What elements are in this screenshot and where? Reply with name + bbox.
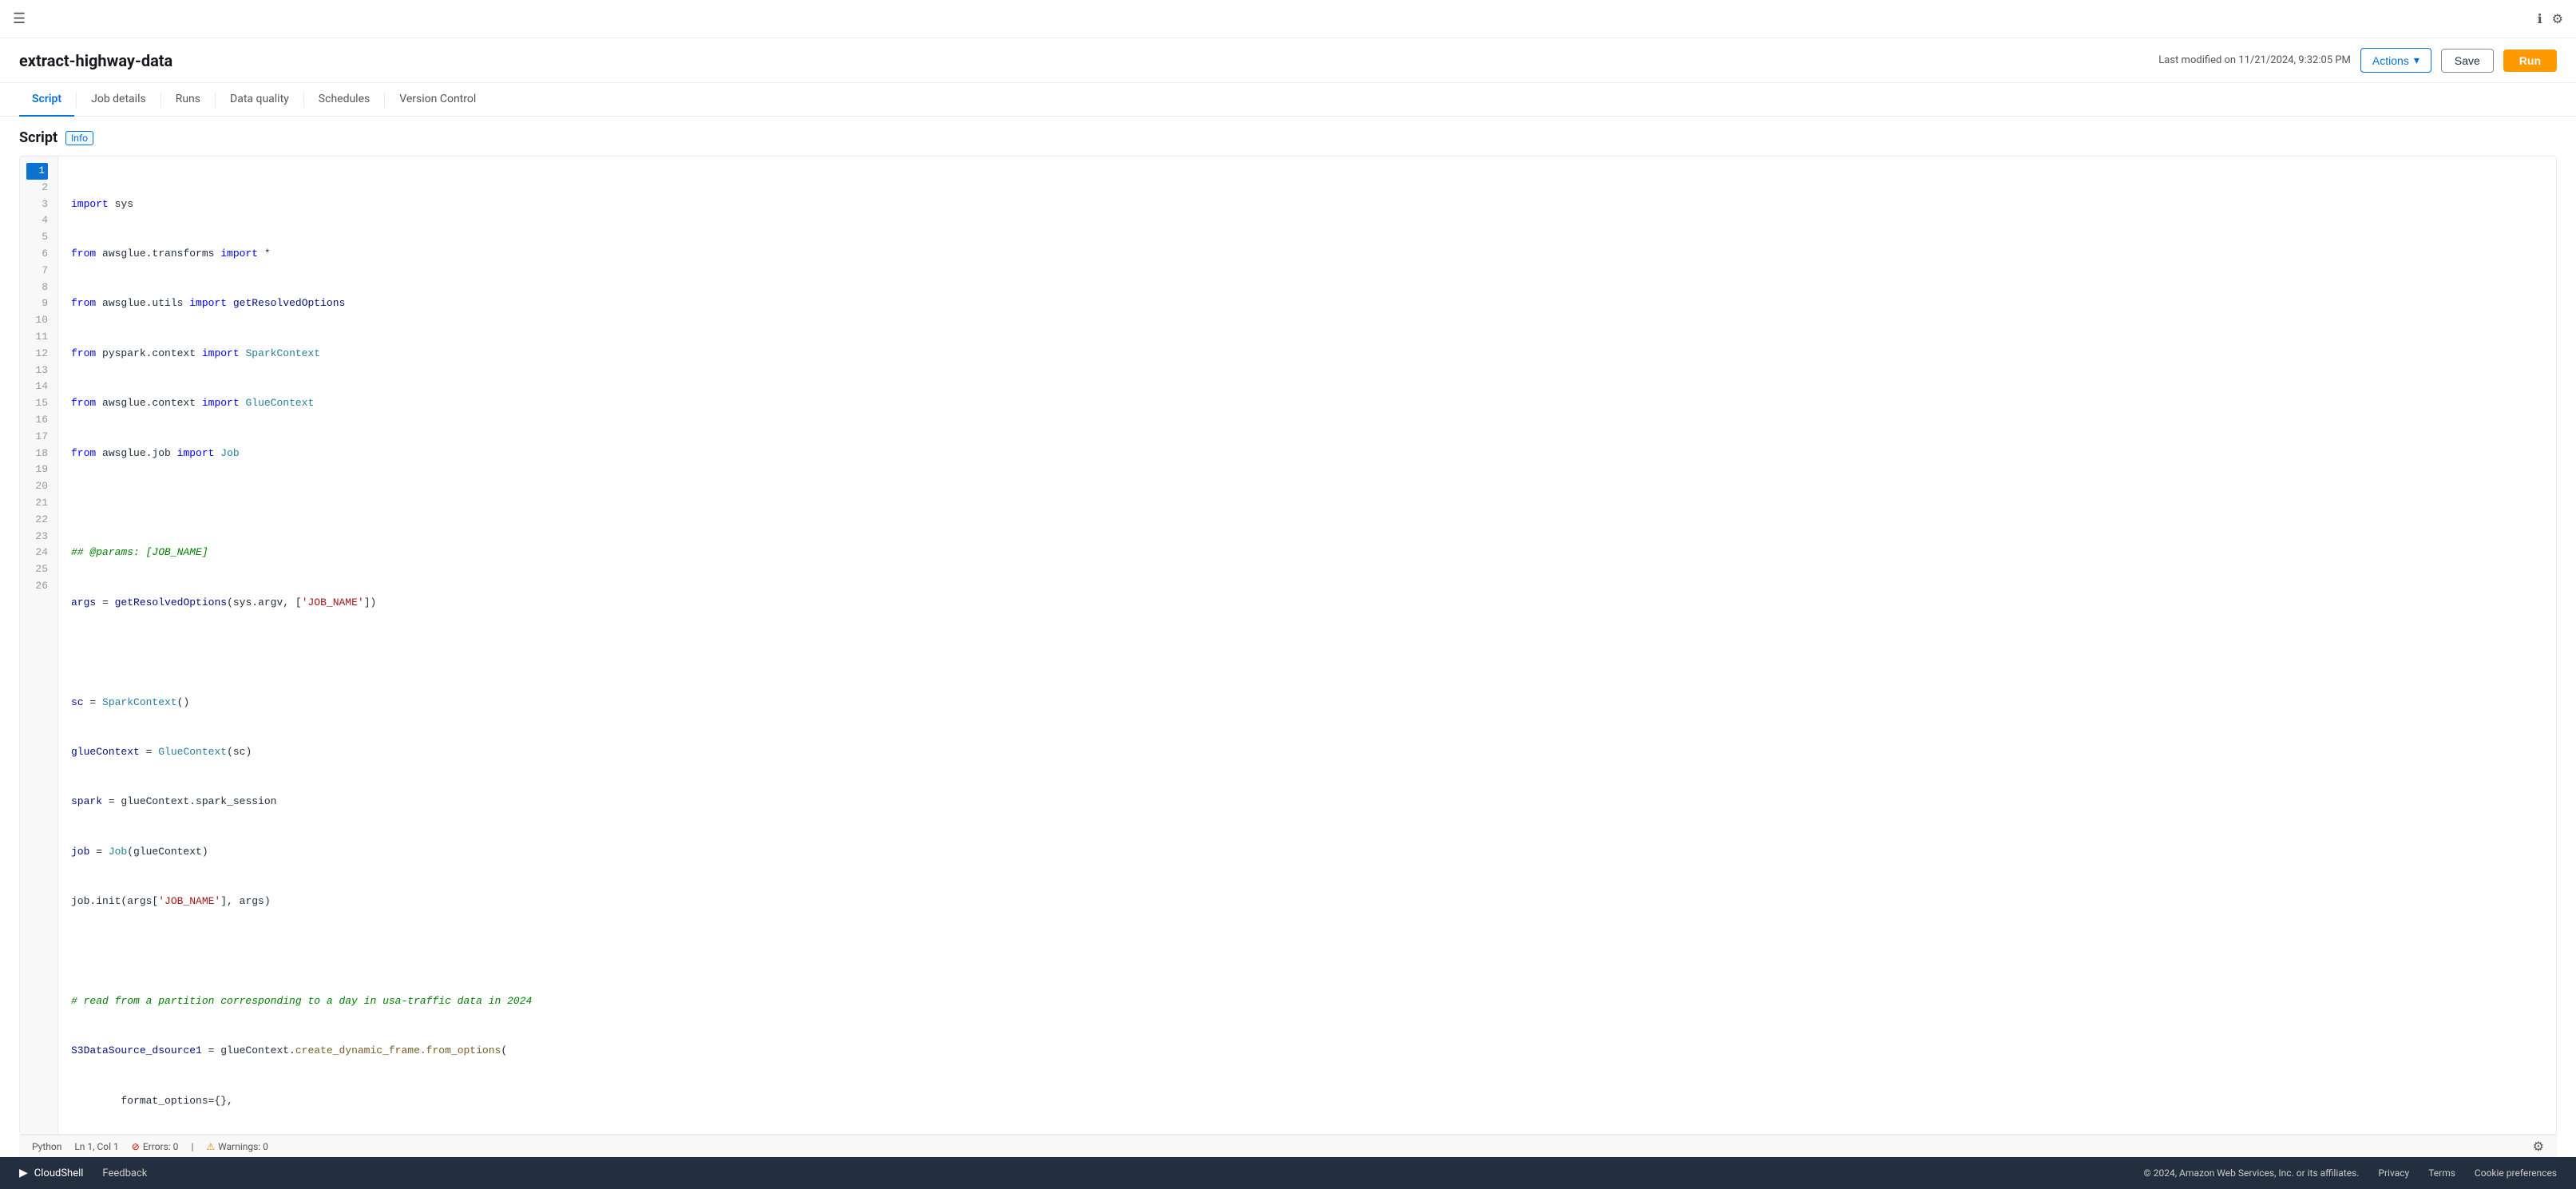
code-line-6: from awsglue.job import Job bbox=[71, 446, 2543, 462]
info-badge[interactable]: Info bbox=[65, 131, 93, 145]
tab-runs[interactable]: Runs bbox=[163, 83, 213, 117]
settings-icon[interactable]: ⚙ bbox=[2552, 11, 2563, 26]
actions-label: Actions bbox=[2372, 54, 2409, 67]
tab-script[interactable]: Script bbox=[19, 83, 74, 117]
feedback-link[interactable]: Feedback bbox=[102, 1167, 147, 1179]
errors-label: Errors: 0 bbox=[143, 1141, 179, 1152]
tab-data-quality[interactable]: Data quality bbox=[217, 83, 302, 117]
cloudshell-label[interactable]: CloudShell bbox=[34, 1167, 84, 1179]
script-container: Script Info 1 2 3 4 5 6 7 8 9 10 11 12 1… bbox=[0, 117, 2576, 1157]
tab-divider-5 bbox=[384, 92, 385, 108]
copyright-text: © 2024, Amazon Web Services, Inc. or its… bbox=[2143, 1167, 2359, 1179]
code-line-16 bbox=[71, 943, 2543, 960]
page-header: extract-highway-data Last modified on 11… bbox=[0, 38, 2576, 83]
terms-link[interactable]: Terms bbox=[2428, 1167, 2455, 1179]
script-section-title: Script bbox=[19, 129, 57, 146]
code-line-5: from awsglue.context import GlueContext bbox=[71, 395, 2543, 412]
hamburger-menu-icon[interactable]: ☰ bbox=[13, 10, 26, 27]
line-numbers: 1 2 3 4 5 6 7 8 9 10 11 12 13 14 15 16 1… bbox=[20, 157, 58, 1135]
dropdown-arrow-icon: ▾ bbox=[2414, 54, 2419, 67]
tab-divider-4 bbox=[303, 92, 304, 108]
tab-schedules[interactable]: Schedules bbox=[306, 83, 382, 117]
bottom-bar: ▶ CloudShell Feedback © 2024, Amazon Web… bbox=[0, 1157, 2576, 1189]
code-line-7 bbox=[71, 495, 2543, 512]
code-line-14: job = Job(glueContext) bbox=[71, 844, 2543, 861]
code-line-13: spark = glueContext.spark_session bbox=[71, 794, 2543, 811]
code-line-3: from awsglue.utils import getResolvedOpt… bbox=[71, 295, 2543, 312]
code-editor[interactable]: 1 2 3 4 5 6 7 8 9 10 11 12 13 14 15 16 1… bbox=[19, 156, 2557, 1135]
tab-job-details[interactable]: Job details bbox=[78, 83, 159, 117]
code-line-11: sc = SparkContext() bbox=[71, 695, 2543, 711]
errors-icon: ⊘ bbox=[132, 1141, 140, 1152]
code-line-10 bbox=[71, 644, 2543, 661]
cloudshell-icon: ▶ bbox=[19, 1167, 28, 1179]
code-line-19: format_options={}, bbox=[71, 1093, 2543, 1110]
warnings-indicator: ⚠ Warnings: 0 bbox=[206, 1141, 268, 1152]
cursor-position: Ln 1, Col 1 bbox=[74, 1141, 118, 1152]
top-navigation-bar: ☰ ℹ ⚙ bbox=[0, 0, 2576, 38]
page-title: extract-highway-data bbox=[19, 51, 172, 70]
warnings-icon: ⚠ bbox=[206, 1141, 215, 1152]
errors-indicator: ⊘ Errors: 0 bbox=[132, 1141, 179, 1152]
tab-divider-1 bbox=[76, 92, 77, 108]
code-line-12: glueContext = GlueContext(sc) bbox=[71, 744, 2543, 761]
save-button[interactable]: Save bbox=[2441, 49, 2494, 73]
status-bar: Python Ln 1, Col 1 ⊘ Errors: 0 | ⚠ Warni… bbox=[19, 1135, 2557, 1157]
cookie-preferences-link[interactable]: Cookie preferences bbox=[2475, 1167, 2557, 1179]
code-line-9: args = getResolvedOptions(sys.argv, ['JO… bbox=[71, 595, 2543, 612]
code-line-8: ## @params: [JOB_NAME] bbox=[71, 545, 2543, 561]
code-line-17: # read from a partition corresponding to… bbox=[71, 993, 2543, 1010]
tab-divider-3 bbox=[215, 92, 216, 108]
editor-settings-icon[interactable]: ⚙ bbox=[2533, 1139, 2544, 1154]
separator: | bbox=[191, 1141, 193, 1152]
last-modified-text: Last modified on 11/21/2024, 9:32:05 PM bbox=[2158, 54, 2351, 66]
run-button[interactable]: Run bbox=[2503, 50, 2557, 72]
info-icon[interactable]: ℹ bbox=[2538, 11, 2542, 26]
code-content-area[interactable]: import sys from awsglue.transforms impor… bbox=[58, 157, 2556, 1135]
code-line-15: job.init(args['JOB_NAME'], args) bbox=[71, 894, 2543, 910]
code-line-4: from pyspark.context import SparkContext bbox=[71, 346, 2543, 363]
warnings-label: Warnings: 0 bbox=[218, 1141, 268, 1152]
language-indicator: Python bbox=[32, 1141, 61, 1152]
code-line-2: from awsglue.transforms import * bbox=[71, 246, 2543, 263]
tab-version-control[interactable]: Version Control bbox=[386, 83, 489, 117]
privacy-link[interactable]: Privacy bbox=[2378, 1167, 2409, 1179]
tab-bar: Script Job details Runs Data quality Sch… bbox=[0, 83, 2576, 117]
code-line-18: S3DataSource_dsource1 = glueContext.crea… bbox=[71, 1043, 2543, 1060]
code-line-1: import sys bbox=[71, 196, 2543, 213]
actions-button[interactable]: Actions ▾ bbox=[2360, 48, 2431, 73]
